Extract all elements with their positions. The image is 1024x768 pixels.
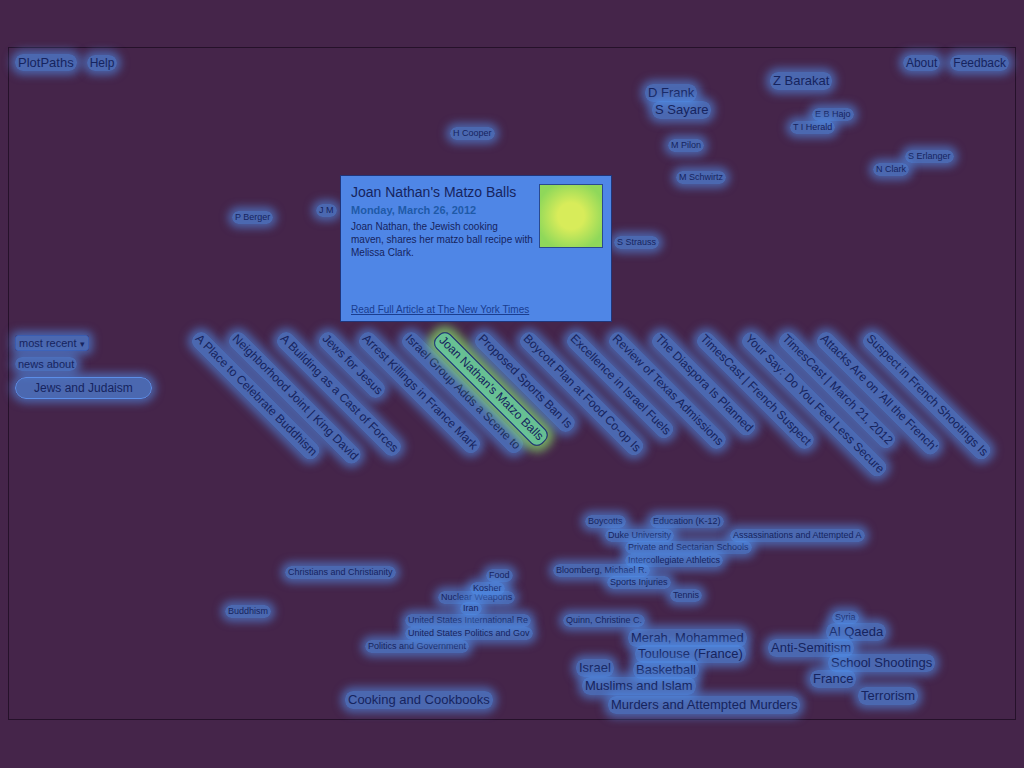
- topic-node[interactable]: Boycotts: [585, 515, 626, 528]
- topic-node[interactable]: Buddhism: [225, 605, 271, 618]
- topic-node[interactable]: Terrorism: [858, 687, 918, 705]
- topic-node[interactable]: Iran: [460, 602, 482, 615]
- topic-node[interactable]: Bloomberg, Michael R.: [553, 564, 650, 577]
- author-node[interactable]: D Frank: [645, 84, 697, 102]
- topic-node[interactable]: Duke University: [605, 529, 674, 542]
- topic-node[interactable]: School Shootings: [828, 654, 935, 672]
- topic-node[interactable]: United States Politics and Gov: [405, 627, 533, 640]
- author-node[interactable]: M Pilon: [668, 139, 704, 152]
- topic-node[interactable]: Sports Injuries: [607, 576, 671, 589]
- topic-node[interactable]: Tennis: [670, 589, 702, 602]
- author-node[interactable]: P Berger: [232, 211, 273, 224]
- app-title: PlotPaths: [15, 54, 77, 71]
- header-link[interactable]: Help: [87, 55, 118, 71]
- author-node[interactable]: S Sayare: [652, 101, 711, 119]
- topic-node[interactable]: Basketball: [633, 661, 699, 679]
- tooltip-summary: Joan Nathan, the Jewish cooking maven, s…: [351, 220, 533, 259]
- topic-node[interactable]: Kosher: [470, 582, 505, 595]
- author-node[interactable]: E B Hajo: [812, 108, 854, 121]
- topic-node[interactable]: Assassinations and Attempted A: [730, 529, 865, 542]
- topic-node[interactable]: United States International Re: [405, 614, 531, 627]
- tooltip-date: Monday, March 26, 2012: [351, 204, 533, 216]
- topic-node[interactable]: Israel: [576, 659, 614, 677]
- dropdown-icon: ▾: [80, 339, 85, 349]
- author-node[interactable]: M Schwirtz: [676, 171, 726, 184]
- news-about-label: news about: [15, 357, 77, 371]
- author-node[interactable]: H Cooper: [450, 127, 495, 140]
- topic-node[interactable]: Christians and Christianity: [285, 566, 396, 579]
- topic-node[interactable]: Toulouse (France): [635, 645, 746, 663]
- topic-node[interactable]: Syria: [832, 611, 859, 624]
- author-node[interactable]: S Strauss: [614, 236, 659, 249]
- topic-pill[interactable]: Jews and Judaism: [15, 377, 152, 399]
- topic-node[interactable]: Quinn, Christine C.: [563, 614, 645, 627]
- topic-node[interactable]: Education (K-12): [650, 515, 724, 528]
- topic-node[interactable]: Food: [486, 569, 513, 582]
- tooltip-title: Joan Nathan's Matzo Balls: [351, 184, 533, 200]
- page: PlotPaths Help About Feedback most recent ▾ n…: [0, 0, 1024, 768]
- topic-node[interactable]: Merah, Mohammed: [628, 629, 747, 647]
- topic-node[interactable]: France: [810, 670, 856, 688]
- author-node[interactable]: S Erlanger: [905, 150, 954, 163]
- author-node[interactable]: N Clark: [873, 163, 909, 176]
- topic-node[interactable]: Murders and Attempted Murders: [608, 696, 800, 714]
- header: PlotPaths Help About Feedback: [15, 54, 1009, 71]
- topic-node[interactable]: Cooking and Cookbooks: [345, 691, 493, 709]
- sort-select[interactable]: most recent ▾: [15, 335, 89, 351]
- author-node[interactable]: T I Herald: [790, 121, 835, 134]
- author-node[interactable]: Z Barakat: [770, 72, 832, 90]
- topic-node[interactable]: Al Qaeda: [826, 623, 886, 641]
- topic-node[interactable]: Muslims and Islam: [582, 677, 696, 695]
- header-link[interactable]: Feedback: [950, 55, 1009, 71]
- article-tooltip: Joan Nathan's Matzo Balls Monday, March 2…: [340, 175, 612, 322]
- topic-node[interactable]: Private and Sectarian Schools: [625, 541, 752, 554]
- sidebar: most recent ▾ news about Jews and Judaism: [15, 335, 185, 399]
- topic-node[interactable]: Politics and Government: [365, 640, 469, 653]
- author-node[interactable]: J M: [316, 204, 337, 217]
- tooltip-link[interactable]: Read Full Article at The New York Times: [351, 304, 603, 315]
- header-link[interactable]: About: [903, 55, 940, 71]
- article-photo: [539, 184, 603, 248]
